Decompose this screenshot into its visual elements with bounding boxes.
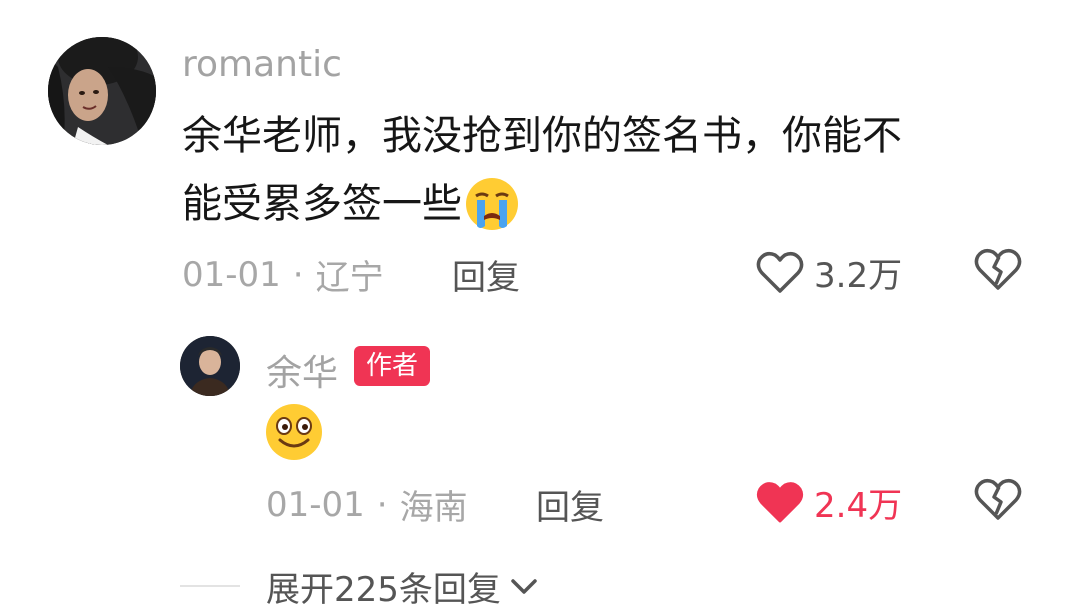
meta-separator: ·: [376, 484, 388, 525]
comment-location: 辽宁: [315, 258, 384, 298]
expand-divider: [180, 585, 240, 587]
reply-dislike-button[interactable]: [974, 478, 1022, 522]
comment-like-button[interactable]: 3.2万: [756, 248, 902, 297]
commenter-username[interactable]: romantic: [182, 44, 342, 85]
grinning-face-icon: [264, 402, 324, 462]
reply-author-avatar[interactable]: [180, 336, 240, 396]
heart-outline-icon: [756, 251, 804, 295]
comment-reply-button[interactable]: 回复: [452, 250, 520, 299]
reply-like-button[interactable]: 2.4万: [756, 478, 902, 527]
loudly-crying-face-icon: [464, 176, 520, 232]
author-badge: 作者: [354, 346, 431, 386]
comment-text-line1: 余华老师，我没抢到你的签名书，你能不: [182, 113, 902, 159]
reply-reply-button[interactable]: 回复: [536, 480, 604, 529]
meta-separator: ·: [292, 254, 304, 295]
heart-filled-icon: [756, 481, 804, 525]
comment-like-count: 3.2万: [814, 256, 903, 296]
reply-username[interactable]: 余华: [266, 344, 338, 396]
broken-heart-icon: [974, 248, 1022, 292]
commenter-avatar[interactable]: [48, 37, 156, 145]
comment-text: 余华老师，我没抢到你的签名书，你能不 能受累多签一些: [182, 102, 1012, 238]
comment-meta: 01-01 · 辽宁: [182, 250, 384, 299]
comment-date: 01-01: [182, 254, 281, 295]
reply-like-count: 2.4万: [814, 486, 903, 526]
broken-heart-icon: [974, 478, 1022, 522]
reply-location: 海南: [399, 488, 468, 528]
chevron-down-icon: [509, 577, 539, 597]
comment-text-line2: 能受累多签一些: [182, 181, 462, 227]
reply-meta: 01-01 · 海南: [266, 480, 468, 529]
avatar-photo: [48, 37, 156, 145]
reply-date: 01-01: [266, 484, 365, 525]
comment-dislike-button[interactable]: [974, 248, 1022, 292]
avatar-photo: [180, 336, 240, 396]
